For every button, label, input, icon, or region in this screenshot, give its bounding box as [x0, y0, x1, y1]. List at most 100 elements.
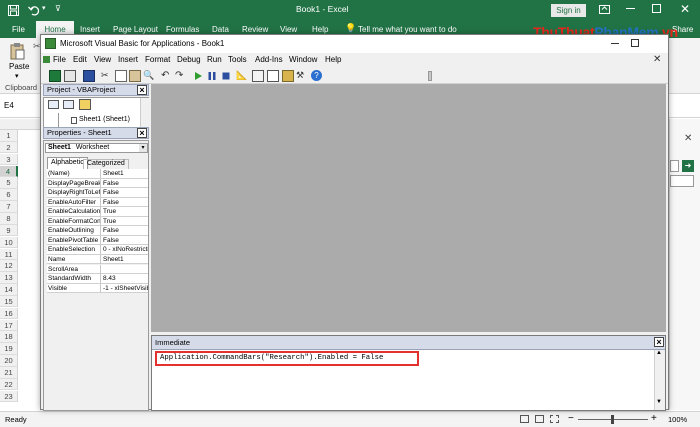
property-row[interactable]: EnableFormatCon True	[47, 216, 148, 227]
row-header[interactable]: 19	[0, 343, 18, 355]
normal-view-icon[interactable]	[520, 415, 529, 423]
sign-in-button[interactable]: Sign in	[551, 4, 586, 17]
row-header[interactable]: 10	[0, 236, 18, 249]
row-header[interactable]: 5	[0, 177, 18, 189]
close-icon[interactable]: ✕	[684, 133, 692, 144]
close-icon[interactable]: ×	[137, 85, 147, 95]
view-object-icon[interactable]	[63, 100, 74, 109]
property-row[interactable]: DisplayRightToLef False	[47, 188, 148, 198]
object-browser-icon[interactable]	[282, 70, 294, 82]
scroll-down-icon[interactable]: ▼	[656, 399, 662, 405]
scroll-up-icon[interactable]: ▲	[656, 350, 662, 356]
menu-format[interactable]: Format	[145, 55, 170, 64]
tab-alphabetic[interactable]: Alphabetic	[47, 157, 88, 169]
zoom-slider-thumb[interactable]	[611, 415, 614, 424]
menu-tools[interactable]: Tools	[228, 55, 247, 64]
name-box[interactable]: E4	[4, 101, 14, 110]
property-row[interactable]: EnablePivotTable False	[47, 235, 148, 246]
tree-item-sheet1[interactable]: Sheet1 (Sheet1)	[79, 116, 130, 123]
property-row[interactable]: ScrollArea	[47, 264, 148, 274]
project-scrollbar[interactable]	[140, 98, 149, 127]
row-header[interactable]: 6	[0, 189, 18, 201]
paste-icon[interactable]	[9, 42, 25, 60]
text-input[interactable]	[670, 160, 679, 172]
row-header[interactable]: 12	[0, 260, 18, 272]
toggle-folders-icon[interactable]	[79, 99, 91, 110]
vbe-menu-icon[interactable]	[43, 56, 50, 63]
copy-icon[interactable]	[115, 70, 127, 82]
row-header[interactable]: 16	[0, 307, 18, 320]
row-header[interactable]: 1	[0, 130, 18, 142]
row-header[interactable]: 22	[0, 378, 18, 391]
vbe-maximize-icon[interactable]	[631, 39, 639, 47]
close-icon[interactable]: ✕	[680, 2, 690, 16]
immediate-code-line[interactable]: Application.CommandBars("Research").Enab…	[155, 351, 419, 366]
property-value[interactable]: Sheet1	[102, 255, 148, 264]
immediate-scrollbar[interactable]: ▲ ▼	[654, 350, 665, 410]
row-header[interactable]: 21	[0, 367, 18, 379]
zoom-out-button[interactable]: −	[568, 413, 574, 424]
object-selector[interactable]: Sheet1 Worksheet ▾	[45, 143, 148, 153]
row-header[interactable]: 9	[0, 224, 18, 237]
property-row[interactable]: EnableAutoFilter False	[47, 197, 148, 208]
vbe-close-window-icon[interactable]: ✕	[653, 54, 661, 65]
paste-dropdown-icon[interactable]: ▾	[15, 72, 19, 80]
minimize-icon[interactable]	[626, 8, 635, 9]
property-value[interactable]: -1 - xlSheetVisib	[102, 284, 148, 293]
close-icon[interactable]: ×	[137, 128, 147, 138]
project-explorer-icon[interactable]	[252, 70, 264, 82]
zoom-in-button[interactable]: +	[651, 413, 657, 424]
row-header[interactable]: 17	[0, 319, 18, 332]
undo-icon[interactable]: ↶	[161, 70, 173, 82]
menu-insert[interactable]: Insert	[118, 55, 138, 64]
zoom-level[interactable]: 100%	[668, 415, 687, 424]
property-value[interactable]: False	[102, 179, 148, 188]
toolbar-gripper[interactable]	[428, 71, 432, 81]
properties-window-icon[interactable]	[267, 70, 279, 82]
row-header[interactable]: 18	[0, 331, 18, 344]
close-icon[interactable]: ×	[654, 337, 664, 347]
tab-file[interactable]: File	[12, 21, 25, 38]
redo-icon[interactable]: ↷	[175, 70, 187, 82]
cut-icon[interactable]: ✂	[101, 70, 113, 82]
row-header[interactable]: 15	[0, 295, 18, 308]
maximize-icon[interactable]	[652, 4, 661, 13]
menu-add-ins[interactable]: Add-Ins	[255, 55, 283, 64]
page-layout-view-icon[interactable]	[535, 415, 544, 423]
property-value[interactable]: True	[102, 207, 148, 216]
reset-icon[interactable]	[220, 70, 232, 82]
property-row[interactable]: Visible -1 - xlSheetVisib	[47, 283, 148, 294]
paste-icon[interactable]	[129, 70, 141, 82]
property-value[interactable]: False	[102, 188, 148, 197]
save-icon[interactable]	[8, 5, 19, 16]
property-value[interactable]: 8.43	[102, 274, 148, 283]
row-header[interactable]: 20	[0, 355, 18, 367]
run-icon[interactable]	[192, 70, 204, 82]
property-row[interactable]: EnableOutlining False	[47, 226, 148, 236]
row-header[interactable]: 13	[0, 272, 18, 284]
menu-help[interactable]: Help	[325, 55, 341, 64]
view-excel-icon[interactable]	[49, 70, 61, 82]
property-row[interactable]: Name Sheet1	[47, 254, 148, 265]
row-header[interactable]: 3	[0, 153, 18, 166]
menu-run[interactable]: Run	[207, 55, 222, 64]
property-value[interactable]: 0 - xlNoRestrictio	[102, 245, 148, 254]
property-row[interactable]: EnableSelection 0 - xlNoRestrictio	[47, 245, 148, 255]
row-header[interactable]: 14	[0, 284, 18, 296]
ribbon-display-options-icon[interactable]	[598, 3, 611, 16]
undo-dropdown-icon[interactable]: ▾	[42, 4, 46, 12]
toolbox-icon[interactable]: ⚒	[296, 70, 308, 82]
property-value[interactable]: False	[102, 236, 148, 245]
tab-categorized[interactable]: Categorized	[83, 159, 129, 169]
page-break-view-icon[interactable]	[550, 415, 559, 423]
go-arrow-icon[interactable]: ➜	[682, 160, 694, 172]
menu-window[interactable]: Window	[289, 55, 317, 64]
row-header[interactable]: 4	[0, 165, 18, 178]
row-header[interactable]: 11	[0, 248, 18, 261]
menu-edit[interactable]: Edit	[73, 55, 87, 64]
row-header[interactable]: 8	[0, 212, 18, 225]
menu-view[interactable]: View	[94, 55, 111, 64]
row-header[interactable]: 2	[0, 141, 18, 154]
property-row[interactable]: StandardWidth 8.43	[47, 274, 148, 284]
paste-button-label[interactable]: Paste	[9, 62, 29, 71]
